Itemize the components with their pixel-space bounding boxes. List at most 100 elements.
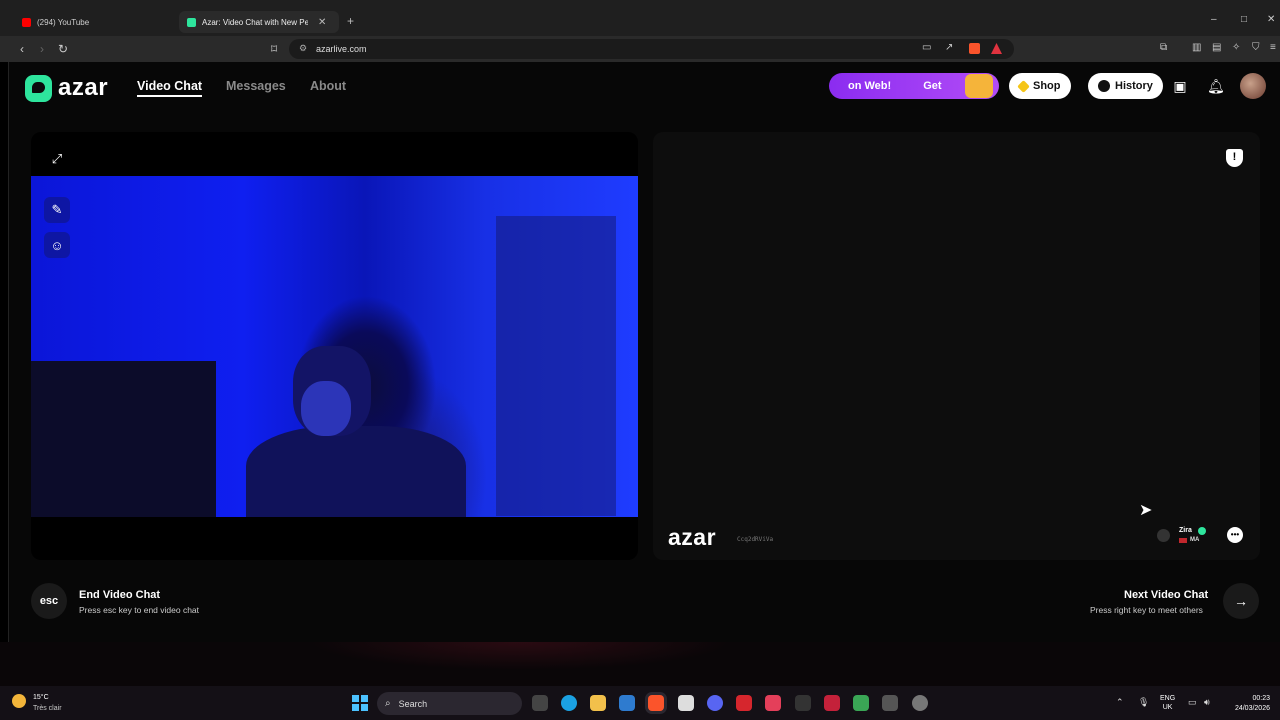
discord-icon[interactable]	[707, 695, 723, 711]
leo-ai-icon[interactable]: ✧	[1232, 42, 1240, 53]
next-chat-subtitle: Press right key to meet others	[1090, 605, 1203, 615]
weather-desc: Très clair	[33, 705, 62, 712]
weather-moon-icon[interactable]	[12, 694, 26, 708]
browser-window: (294) YouTube Azar: Video Chat with New …	[0, 0, 1280, 642]
tab-youtube[interactable]: (294) YouTube	[14, 12, 97, 32]
app-green-icon[interactable]	[853, 695, 869, 711]
reload-icon[interactable]: ↻	[58, 42, 68, 56]
epic-games-icon[interactable]	[795, 695, 811, 711]
self-video-panel	[31, 132, 638, 560]
brave-icon[interactable]	[648, 695, 664, 711]
peer-name: Zira	[1179, 527, 1192, 534]
shop-label: Shop	[1033, 80, 1061, 92]
shop-button[interactable]: Shop	[1009, 73, 1071, 99]
arrow-right-icon: →	[1234, 593, 1248, 609]
tab-azar[interactable]: Azar: Video Chat with New Pe ✕	[179, 11, 339, 33]
search-icon: ⌕	[385, 698, 391, 709]
forward-icon[interactable]: ›	[40, 42, 44, 56]
show-hidden-icons[interactable]: ⌃	[1116, 697, 1124, 708]
notification-bell-icon[interactable]: 🔔︎	[1207, 78, 1225, 94]
close-tab-icon[interactable]: ✕	[318, 17, 326, 28]
gift-box-icon	[965, 74, 993, 98]
person-face	[301, 381, 351, 436]
store-icon[interactable]	[678, 695, 694, 711]
app-tool-icon[interactable]	[882, 695, 898, 711]
language-indicator[interactable]: ENG UK	[1160, 694, 1175, 712]
back-icon[interactable]: ‹	[20, 42, 24, 56]
desktop-wallpaper	[0, 642, 1280, 686]
maximize-button[interactable]: □	[1241, 14, 1247, 25]
inbox-icon[interactable]: ▣	[1172, 78, 1188, 94]
watermark-code: Ccq2dRViVa	[737, 536, 774, 543]
nav-about[interactable]: About	[310, 79, 346, 93]
adobe-icon[interactable]	[824, 695, 840, 711]
url-text: azarlive.com	[316, 44, 367, 54]
verified-badge-icon	[1198, 527, 1206, 535]
gem-icon	[1017, 79, 1030, 93]
azar-logo[interactable]: azar	[25, 74, 108, 102]
vpn-icon[interactable]: ⛉	[1252, 42, 1260, 53]
microphone-icon[interactable]: 🎙︎	[1138, 697, 1149, 708]
menu-icon[interactable]: ≡	[1270, 42, 1276, 53]
chat-bubble-icon[interactable]: •••	[1227, 527, 1243, 543]
azar-favicon-icon	[187, 17, 196, 27]
lang-line1: ENG	[1160, 695, 1176, 702]
peer-country: MA	[1190, 537, 1200, 543]
taskbar-search[interactable]: ⌕ Search	[377, 692, 522, 715]
bookmark-icon[interactable]: ⌑	[271, 42, 277, 56]
lang-line2: UK	[1162, 704, 1173, 711]
tab-label: (294) YouTube	[37, 17, 90, 27]
screenshot-icon[interactable]: ⧉	[1160, 42, 1167, 53]
magic-wand-icon[interactable]: ✎	[44, 197, 70, 223]
end-chat-subtitle: Press esc key to end video chat	[79, 605, 200, 615]
file-explorer-icon[interactable]	[590, 695, 606, 711]
morocco-flag-icon	[1179, 538, 1187, 543]
valorant-icon[interactable]	[765, 695, 781, 711]
nav-messages[interactable]: Messages	[226, 79, 286, 93]
peer-avatar-icon[interactable]	[1157, 529, 1170, 542]
outlook-icon[interactable]	[619, 695, 635, 711]
sticker-icon[interactable]: ☺	[44, 232, 70, 258]
network-icon[interactable]: ▭	[1188, 697, 1197, 708]
clock-date: 24/03/2026	[1234, 705, 1270, 712]
clock-icon	[1098, 80, 1110, 92]
youtube-icon	[22, 17, 31, 27]
system-clock[interactable]: 00:23 24/03/2026	[1226, 694, 1270, 714]
app-red-icon[interactable]	[736, 695, 752, 711]
task-view-icon[interactable]	[532, 695, 548, 711]
close-window-button[interactable]: ✕	[1267, 14, 1275, 25]
edge-icon[interactable]	[561, 695, 577, 711]
next-chat-button[interactable]: →	[1223, 583, 1259, 619]
history-button[interactable]: History	[1088, 73, 1163, 99]
history-label: History	[1115, 80, 1153, 92]
wallet-icon[interactable]: ▤	[1212, 42, 1221, 53]
esc-key-label: esc	[39, 595, 59, 607]
taskbar	[0, 686, 1280, 720]
logo-text: azar	[58, 74, 109, 101]
brave-shields-icon[interactable]	[969, 43, 980, 54]
site-settings-icon[interactable]: ⚙	[299, 43, 307, 54]
expand-icon[interactable]: ⤢	[44, 146, 70, 172]
clock-time: 00:23	[1252, 695, 1270, 702]
self-video-feed	[31, 176, 638, 517]
tab-label: Azar: Video Chat with New Pe	[202, 17, 308, 27]
end-chat-button[interactable]: esc	[31, 583, 67, 619]
url-field[interactable]: ⚙ azarlive.com	[289, 39, 1014, 59]
sidebar-icon[interactable]: ▥	[1192, 42, 1201, 53]
user-avatar[interactable]	[1240, 73, 1266, 99]
minimize-button[interactable]: –	[1211, 14, 1217, 25]
promo-banner[interactable]: on Web! Get	[829, 73, 999, 99]
foreground-monitor	[31, 361, 216, 517]
share-icon[interactable]: ↗	[945, 42, 953, 53]
report-shield-icon[interactable]: !	[1226, 149, 1243, 167]
cast-icon[interactable]: ▭	[922, 42, 931, 53]
nav-video-chat[interactable]: Video Chat	[137, 79, 203, 97]
background-shelf	[496, 216, 616, 516]
obs-icon[interactable]	[912, 695, 928, 711]
tab-strip: (294) YouTube Azar: Video Chat with New …	[0, 0, 1280, 36]
search-label: Search	[398, 698, 428, 709]
end-chat-title: End Video Chat	[79, 589, 161, 601]
new-tab-button[interactable]: +	[347, 14, 354, 28]
windows-start-icon[interactable]	[352, 695, 368, 711]
volume-icon[interactable]: 🔊︎	[1204, 697, 1210, 708]
